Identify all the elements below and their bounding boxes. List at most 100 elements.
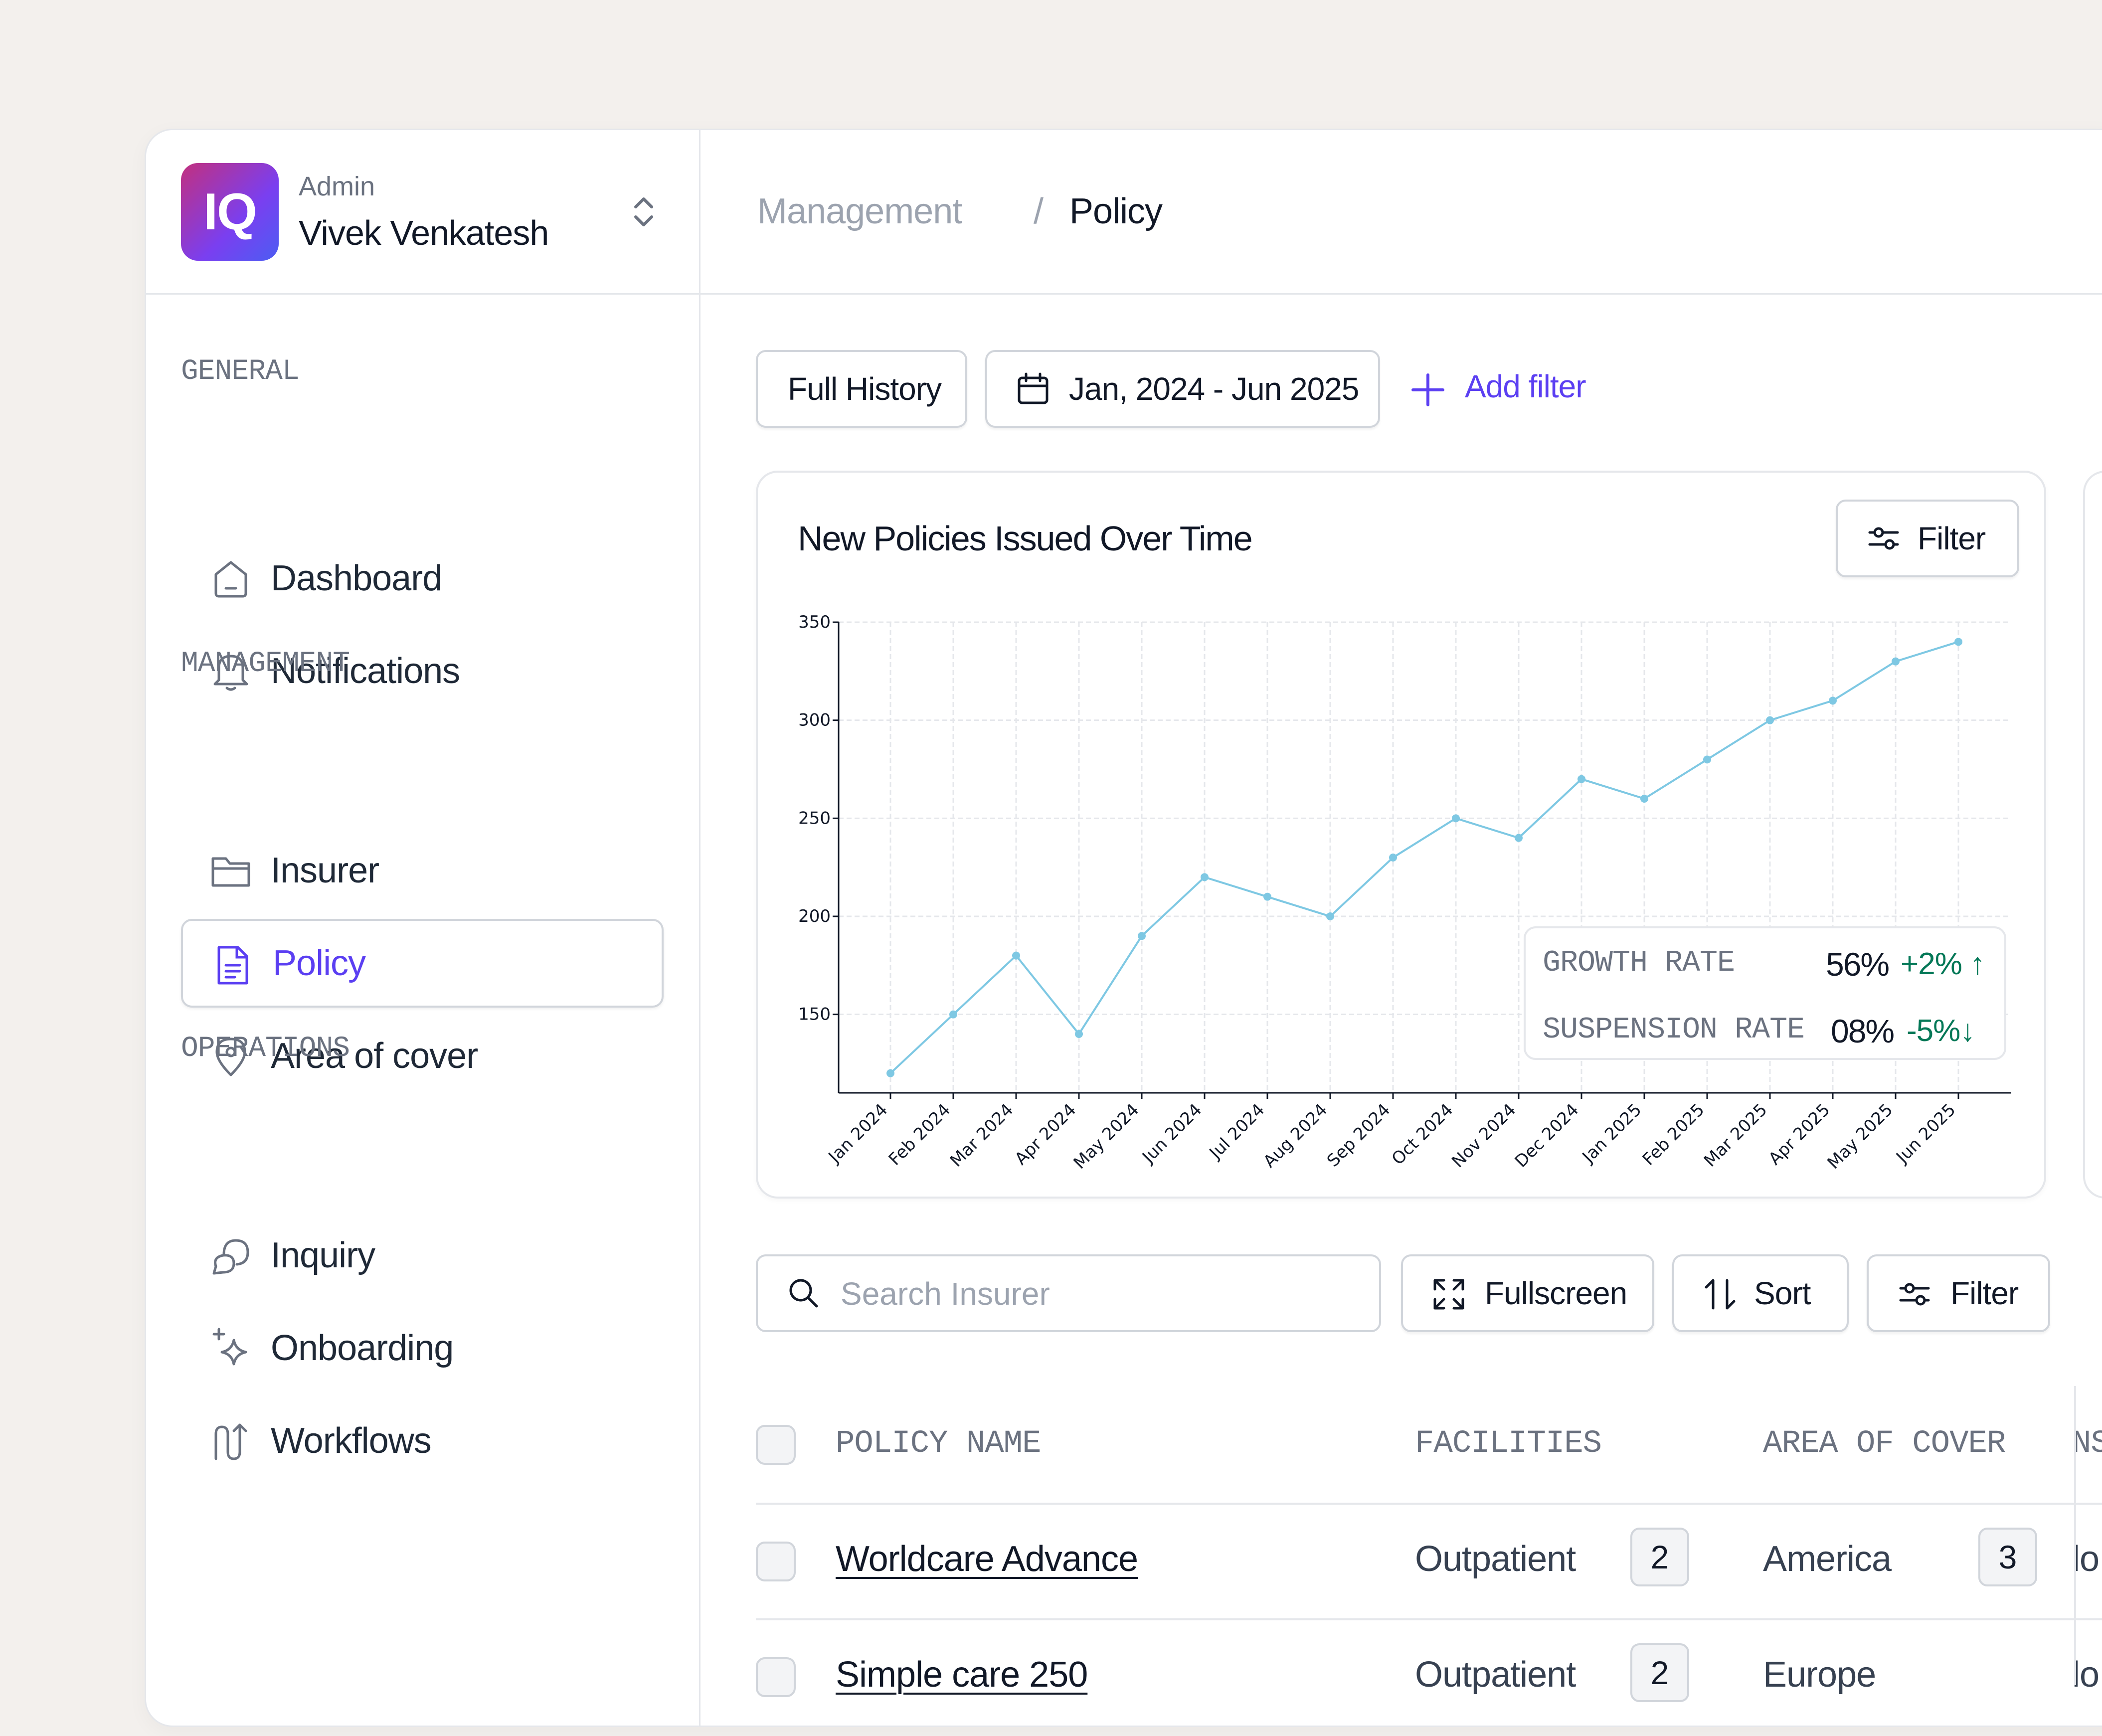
- arrow-up-icon: ↑: [1961, 947, 1985, 981]
- full-history-button[interactable]: Full History: [756, 350, 967, 428]
- sidebar-item-policy[interactable]: Policy: [181, 919, 664, 1008]
- suspension-rate-delta: -5%↓: [1907, 1014, 1975, 1048]
- area-count-badge: 3: [1978, 1528, 2037, 1586]
- add-filter-label: Add filter: [1465, 368, 1586, 404]
- area-cell: Europe: [1763, 1655, 1876, 1695]
- calendar-icon: [1018, 372, 1049, 404]
- policy-name-link[interactable]: Simple care 250: [836, 1654, 1088, 1695]
- search-box[interactable]: [756, 1254, 1381, 1332]
- column-header-policy-name[interactable]: POLICY NAME: [836, 1426, 1041, 1462]
- data-point: [1452, 814, 1460, 823]
- sort-label: Sort: [1754, 1275, 1811, 1311]
- sidebar-item-inquiry[interactable]: Inquiry: [181, 1211, 664, 1300]
- date-range-button[interactable]: Jan, 2024 - Jun 2025: [985, 350, 1380, 428]
- y-tick-label: 300: [798, 710, 831, 730]
- user-name: Vivek Venkatesh: [299, 213, 549, 252]
- facility-cell: Outpatient: [1415, 1655, 1576, 1695]
- column-header-extra[interactable]: NS: [2072, 1426, 2102, 1462]
- sidebar-item-label: Inquiry: [271, 1235, 375, 1275]
- sidebar-item-label: Policy: [273, 943, 366, 983]
- data-point: [1640, 795, 1648, 803]
- column-header-area-of-cover[interactable]: AREA OF COVER: [1763, 1426, 2006, 1462]
- data-point: [949, 1010, 957, 1019]
- home-icon: [214, 561, 247, 598]
- facility-cell: Outpatient: [1415, 1539, 1576, 1579]
- arrow-down-icon: ↓: [1960, 1014, 1975, 1048]
- data-point: [1138, 932, 1146, 940]
- select-all-checkbox[interactable]: [756, 1425, 796, 1465]
- facility-count-badge: 2: [1630, 1528, 1689, 1586]
- x-tick-label: Feb 2024: [885, 1100, 955, 1170]
- sidebar-item-label: Workflows: [271, 1421, 432, 1461]
- chart-card: New Policies Issued Over Time Filter 150…: [756, 471, 2046, 1199]
- row-checkbox[interactable]: [756, 1542, 796, 1581]
- sort-button[interactable]: Sort: [1672, 1254, 1849, 1332]
- column-divider: [2074, 1386, 2076, 1685]
- data-point: [1075, 1030, 1083, 1038]
- full-history-label: Full History: [788, 371, 942, 407]
- date-range-label: Jan, 2024 - Jun 2025: [1069, 371, 1359, 407]
- sidebar-item-onboarding[interactable]: Onboarding: [181, 1304, 664, 1392]
- section-label-operations: OPERATIONS: [181, 1033, 350, 1065]
- x-tick-label: Dec 2024: [1511, 1100, 1583, 1172]
- table-filter-label: Filter: [1950, 1275, 2019, 1311]
- chat-icon: [212, 1239, 249, 1275]
- table-filter-button[interactable]: Filter: [1867, 1254, 2050, 1332]
- column-header-facilities[interactable]: FACILITIES: [1415, 1426, 1602, 1462]
- x-tick-label: Sep 2024: [1323, 1100, 1394, 1171]
- stats-panel: GROWTH RATE 56% +2% ↑ SUSPENSION RATE 08…: [1524, 926, 2006, 1060]
- chevron-up-down-icon[interactable]: [630, 192, 658, 232]
- breadcrumb-parent[interactable]: Management: [757, 191, 962, 232]
- fullscreen-button[interactable]: Fullscreen: [1401, 1254, 1654, 1332]
- data-point: [1263, 892, 1271, 901]
- data-point: [1326, 912, 1334, 920]
- sidebar: IQ Admin Vivek Venkatesh GENERAL Dashboa…: [146, 130, 701, 1726]
- policy-name-link[interactable]: Worldcare Advance: [836, 1539, 1138, 1579]
- y-tick-label: 150: [798, 1005, 831, 1025]
- data-point: [1954, 638, 1962, 646]
- breadcrumb: Management / Policy: [701, 130, 2102, 295]
- x-tick-label: May 2024: [1070, 1100, 1143, 1173]
- x-tick-label: Jun 2025: [1892, 1100, 1959, 1168]
- data-point: [1766, 716, 1774, 724]
- sidebar-item-workflows[interactable]: Workflows: [181, 1396, 664, 1485]
- line-chart: 150 200 250 300 350 Jan 2024Feb 2024Mar 2024 A…: [798, 612, 2011, 1173]
- data-point: [1515, 834, 1523, 842]
- folder-icon: [211, 857, 250, 887]
- growth-rate-delta: +2% ↑: [1901, 947, 1985, 981]
- x-tick-label: Jul 2024: [1205, 1100, 1269, 1164]
- suspension-rate-label: SUSPENSION RATE: [1543, 1013, 1805, 1047]
- section-label-general: GENERAL: [181, 355, 300, 388]
- x-tick-label: Mar 2025: [1700, 1100, 1771, 1171]
- data-point: [1892, 657, 1900, 666]
- x-tick-label: Feb 2025: [1639, 1100, 1709, 1170]
- facility-count-badge: 2: [1630, 1643, 1689, 1702]
- secondary-card: [2083, 471, 2102, 1199]
- sidebar-item-dashboard[interactable]: Dashboard: [181, 534, 664, 623]
- sliders-icon: [1899, 1283, 1930, 1306]
- search-input[interactable]: [840, 1267, 1340, 1320]
- sidebar-item-insurer[interactable]: Insurer: [181, 826, 664, 915]
- x-tick-label: May 2025: [1824, 1100, 1897, 1173]
- x-tick-label: Jan 2025: [1578, 1100, 1646, 1168]
- x-tick-label: Jan 2024: [824, 1100, 892, 1168]
- data-point: [886, 1069, 894, 1077]
- growth-rate-value: 56%: [1826, 946, 1890, 983]
- growth-rate-label: GROWTH RATE: [1543, 946, 1735, 980]
- expand-icon: [1433, 1279, 1464, 1310]
- table-row[interactable]: Simple care 250 Outpatient 2 Europe lo: [756, 1620, 2102, 1736]
- row-checkbox[interactable]: [756, 1657, 796, 1697]
- y-tick-label: 200: [798, 906, 831, 926]
- y-tick-label: 250: [798, 808, 831, 828]
- area-cell: America: [1763, 1539, 1892, 1579]
- data-point: [1829, 696, 1837, 705]
- breadcrumb-separator: /: [1034, 191, 1044, 231]
- profile-switcher[interactable]: IQ Admin Vivek Venkatesh: [146, 130, 699, 295]
- extra-cell: lo: [2072, 1655, 2100, 1695]
- data-point: [1201, 873, 1209, 881]
- data-point: [1577, 775, 1585, 783]
- sort-icon: [1705, 1279, 1736, 1310]
- user-role: Admin: [299, 172, 375, 201]
- table-row[interactable]: Worldcare Advance Outpatient 2 America 3…: [756, 1505, 2102, 1620]
- x-tick-label: Oct 2024: [1388, 1100, 1457, 1169]
